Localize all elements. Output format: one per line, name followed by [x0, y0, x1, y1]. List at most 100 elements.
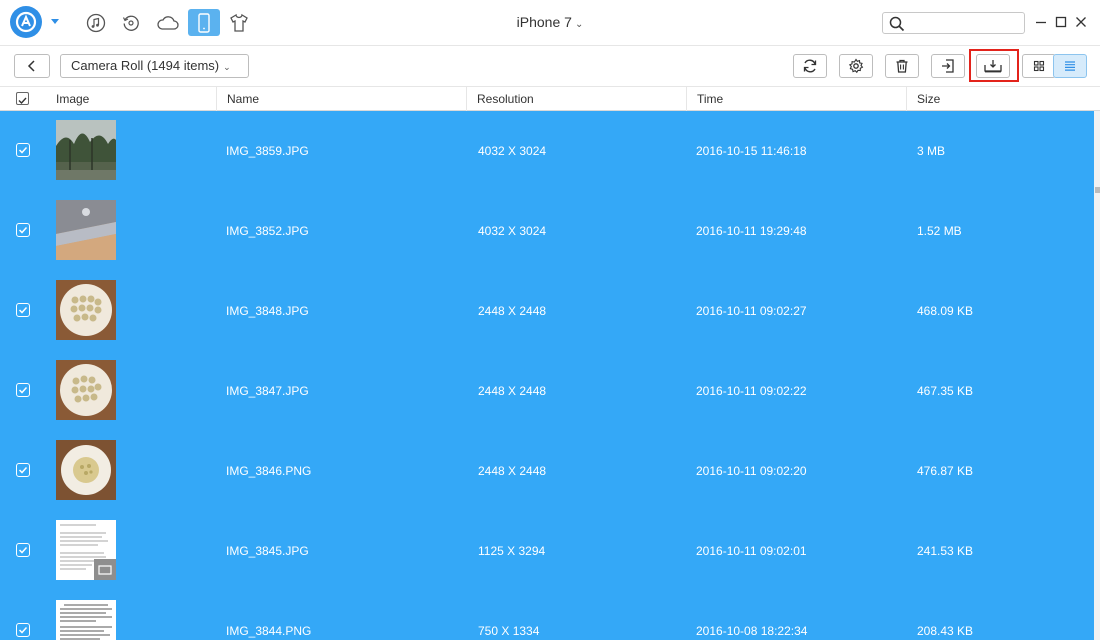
tshirt-icon[interactable] [224, 9, 254, 37]
file-name: IMG_3845.JPG [226, 544, 309, 558]
table-row[interactable]: IMG_3844.PNG 750 X 1334 2016-10-08 18:22… [0, 591, 1094, 640]
file-resolution: 1125 X 3294 [478, 544, 546, 558]
device-selector[interactable]: iPhone 7 ⌄ [480, 14, 620, 30]
app-menu-chevron-icon[interactable] [51, 19, 59, 24]
file-name: IMG_3844.PNG [226, 624, 312, 638]
table-row[interactable]: IMG_3859.JPG 4032 X 3024 2016-10-15 11:4… [0, 111, 1094, 191]
grid-view-icon [1033, 60, 1045, 72]
file-size: 467.35 KB [917, 384, 974, 398]
check-icon [18, 146, 28, 154]
select-all-checkbox[interactable] [16, 92, 29, 105]
phone-icon[interactable] [188, 9, 220, 36]
row-checkbox[interactable] [16, 383, 30, 397]
scrollbar-thumb[interactable] [1095, 187, 1100, 193]
app-window: iPhone 7 ⌄ Camera Roll (1494 items) ⌄ Im… [0, 0, 1100, 640]
column-header-resolution[interactable]: Resolution [466, 87, 686, 111]
import-button[interactable] [931, 54, 965, 78]
row-checkbox[interactable] [16, 143, 30, 157]
title-bar: iPhone 7 ⌄ [0, 0, 1100, 46]
check-icon [18, 306, 28, 314]
chevron-left-icon [27, 60, 35, 72]
file-resolution: 750 X 1334 [478, 624, 540, 638]
table-row[interactable]: IMG_3846.PNG 2448 X 2448 2016-10-11 09:0… [0, 431, 1094, 511]
photo-thumbnail[interactable] [56, 520, 116, 580]
check-icon [18, 626, 28, 634]
settings-button[interactable] [839, 54, 873, 78]
toolbar: Camera Roll (1494 items) ⌄ [0, 46, 1100, 86]
row-checkbox[interactable] [16, 223, 30, 237]
check-icon [18, 226, 28, 234]
file-time: 2016-10-11 09:02:27 [696, 304, 807, 318]
photo-thumbnail[interactable] [56, 120, 116, 180]
file-time: 2016-10-11 09:02:22 [696, 384, 807, 398]
search-input[interactable] [907, 15, 1019, 31]
table-row[interactable]: IMG_3845.JPG 1125 X 3294 2016-10-11 09:0… [0, 511, 1094, 591]
photo-thumbnail[interactable] [56, 600, 116, 640]
check-icon [18, 97, 27, 105]
file-size: 1.52 MB [917, 224, 962, 238]
file-resolution: 2448 X 2448 [478, 464, 547, 478]
list-view-icon [1065, 61, 1075, 71]
chevron-down-icon: ⌄ [223, 62, 231, 72]
device-name: iPhone 7 [516, 14, 572, 30]
file-resolution: 2448 X 2448 [478, 304, 547, 318]
maximize-icon[interactable] [1054, 15, 1068, 29]
chevron-down-icon: ⌄ [574, 19, 584, 30]
photo-table: IMG_3859.JPG 4032 X 3024 2016-10-15 11:4… [0, 111, 1094, 640]
search-icon [889, 16, 905, 32]
import-icon [942, 59, 954, 73]
app-logo-icon[interactable] [10, 6, 42, 38]
file-time: 2016-10-11 09:02:01 [696, 544, 807, 558]
refresh-icon [803, 59, 817, 73]
column-header-time[interactable]: Time [686, 87, 906, 111]
file-name: IMG_3847.JPG [226, 384, 309, 398]
cloud-icon[interactable] [153, 9, 183, 37]
back-button[interactable] [14, 54, 50, 78]
column-header-image[interactable]: Image [46, 87, 216, 111]
file-size: 3 MB [917, 144, 946, 158]
column-header-name[interactable]: Name [216, 87, 466, 111]
table-row[interactable]: IMG_3847.JPG 2448 X 2448 2016-10-11 09:0… [0, 351, 1094, 431]
file-name: IMG_3859.JPG [226, 144, 309, 158]
file-time: 2016-10-08 18:22:34 [696, 624, 808, 638]
row-checkbox[interactable] [16, 543, 30, 557]
file-size: 241.53 KB [917, 544, 974, 558]
photo-thumbnail[interactable] [56, 440, 116, 500]
file-size: 208.43 KB [917, 624, 974, 638]
minimize-icon[interactable] [1034, 15, 1048, 29]
table-row[interactable]: IMG_3848.JPG 2448 X 2448 2016-10-11 09:0… [0, 271, 1094, 351]
file-size: 468.09 KB [917, 304, 974, 318]
file-size: 476.87 KB [917, 464, 974, 478]
list-view-button[interactable] [1053, 54, 1087, 78]
photo-thumbnail[interactable] [56, 360, 116, 420]
row-checkbox[interactable] [16, 463, 30, 477]
photo-thumbnail[interactable] [56, 280, 116, 340]
table-header: Image Name Resolution Time Size [0, 86, 1100, 111]
search-box[interactable] [882, 12, 1025, 34]
export-highlight-box [969, 49, 1019, 82]
row-checkbox[interactable] [16, 623, 30, 637]
photo-thumbnail[interactable] [56, 200, 116, 260]
file-name: IMG_3846.PNG [226, 464, 312, 478]
table-row[interactable]: IMG_3852.JPG 4032 X 3024 2016-10-11 19:2… [0, 191, 1094, 271]
album-label: Camera Roll (1494 items) [71, 58, 220, 73]
file-resolution: 4032 X 3024 [478, 144, 547, 158]
check-icon [18, 386, 28, 394]
check-icon [18, 546, 28, 554]
album-selector[interactable]: Camera Roll (1494 items) ⌄ [60, 54, 249, 78]
history-icon[interactable] [116, 9, 146, 37]
music-icon[interactable] [81, 9, 111, 37]
settings-icon [848, 58, 864, 74]
trash-icon [896, 59, 908, 73]
row-checkbox[interactable] [16, 303, 30, 317]
check-icon [18, 466, 28, 474]
file-time: 2016-10-11 09:02:20 [696, 464, 807, 478]
column-header-size[interactable]: Size [906, 87, 1094, 111]
file-name: IMG_3848.JPG [226, 304, 309, 318]
grid-view-button[interactable] [1022, 54, 1056, 78]
file-name: IMG_3852.JPG [226, 224, 309, 238]
close-icon[interactable] [1074, 15, 1088, 29]
refresh-button[interactable] [793, 54, 827, 78]
file-resolution: 4032 X 3024 [478, 224, 547, 238]
delete-button[interactable] [885, 54, 919, 78]
